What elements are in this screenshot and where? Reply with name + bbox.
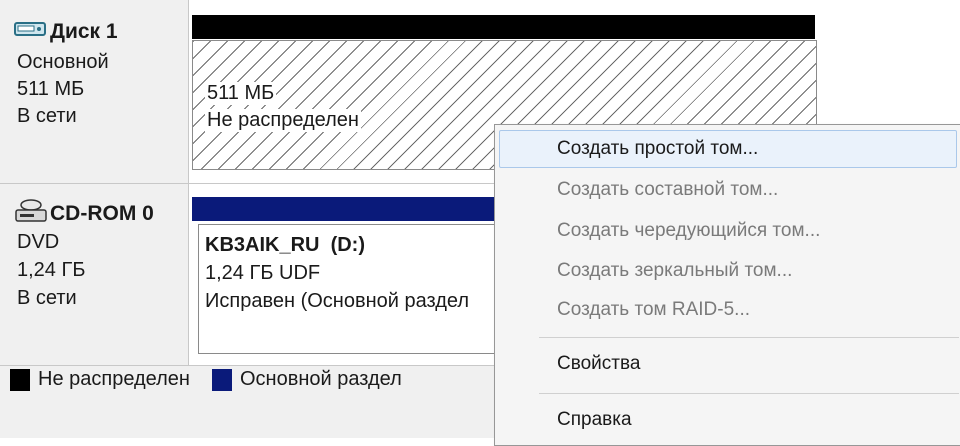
- primary-partition[interactable]: KB3AIK_RU (D:) 1,24 ГБ UDF Исправен (Осн…: [198, 224, 504, 354]
- partition-status: Не распределен: [205, 109, 361, 132]
- menu-item-properties[interactable]: Свойства: [557, 353, 640, 375]
- menu-separator: [539, 337, 959, 338]
- disk-name: Диск 1: [50, 20, 118, 43]
- disk-status: В сети: [17, 105, 77, 127]
- partition-size: 511 МБ: [205, 82, 277, 105]
- disk-size: 1,24 ГБ: [17, 259, 86, 281]
- menu-item-create-spanned-volume[interactable]: Создать составной том...: [557, 179, 778, 201]
- disk-name: CD-ROM 0: [50, 202, 154, 225]
- menu-item-create-simple-volume[interactable]: Создать простой том...: [557, 138, 758, 160]
- disk-type: DVD: [17, 231, 60, 253]
- disk-status: В сети: [17, 287, 77, 309]
- legend-label: Не распределен: [38, 368, 190, 390]
- legend-label: Основной раздел: [240, 368, 402, 390]
- legend-swatch-primary: [212, 369, 232, 391]
- volume-label: KB3AIK_RU (D:): [205, 234, 365, 256]
- menu-item-create-mirrored-volume[interactable]: Создать зеркальный том...: [557, 260, 792, 282]
- cd-drive-icon: [15, 199, 47, 222]
- volume-size-fs: 1,24 ГБ UDF: [205, 262, 321, 284]
- disk-1-label[interactable]: Диск 1 Основной 511 МБ В сети: [0, 0, 188, 183]
- menu-separator: [539, 393, 959, 394]
- menu-item-create-raid5-volume[interactable]: Создать том RAID-5...: [557, 299, 750, 321]
- menu-item-create-striped-volume[interactable]: Создать чередующийся том...: [557, 220, 820, 242]
- context-menu: Создать простой том... Создать составной…: [494, 124, 960, 446]
- primary-partition-bar: [192, 197, 502, 221]
- hard-drive-icon: [14, 22, 46, 36]
- unallocated-partition-bar: [192, 15, 815, 39]
- disk-size: 511 МБ: [17, 78, 85, 100]
- legend-swatch-unallocated: [10, 369, 30, 391]
- menu-item-help[interactable]: Справка: [557, 409, 632, 431]
- cdrom-0-label[interactable]: CD-ROM 0 DVD 1,24 ГБ В сети: [0, 184, 188, 365]
- disk-type: Основной: [17, 51, 109, 73]
- volume-status: Исправен (Основной раздел: [205, 290, 470, 312]
